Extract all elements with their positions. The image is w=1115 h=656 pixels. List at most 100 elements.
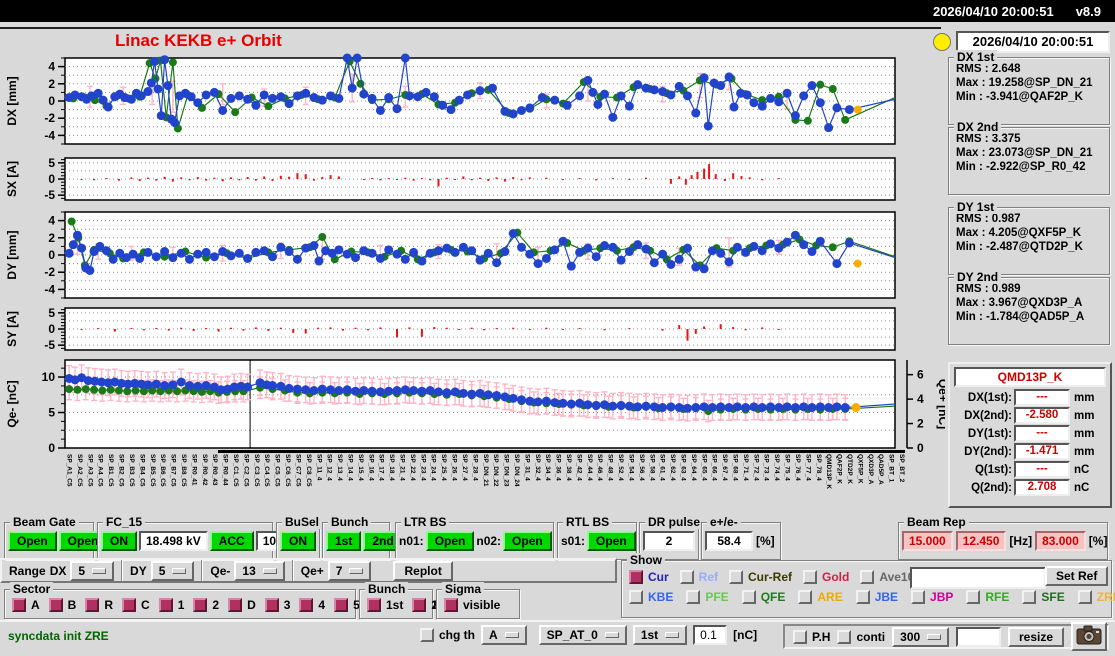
checkbox-rfe[interactable]: RFE [966,590,1009,604]
monitor-row: DX(1st): --- mm [954,389,1106,406]
checkbox-zre[interactable]: ZRE [1077,590,1115,604]
count-entry-field[interactable] [956,626,1001,647]
bunch-1st-button[interactable]: 1st [326,531,362,551]
checkbox-3[interactable]: 3 [264,598,290,612]
fc15-group: FC_15 ON 18.498 kV ACC 100 % [97,515,304,560]
checkbox-b[interactable]: B [48,598,76,612]
sy-chart[interactable]: 5 0 -5 SY [A] [0,302,945,356]
e-ratio-field[interactable]: 58.4 [705,531,753,551]
status-message: syncdata init ZRE [8,629,109,643]
snapshot-button[interactable] [1071,622,1107,651]
checkbox-pfe[interactable]: PFE [686,590,729,604]
checkbox-4[interactable]: 4 [299,598,325,612]
svg-text:2: 2 [917,417,924,431]
checkbox-chg-th[interactable]: chg th [420,628,475,642]
range-dy-label: DY [130,563,147,578]
fc15-acc-button[interactable]: ACC [209,531,254,551]
checkbox-p-h[interactable]: P.H [793,629,830,644]
svg-text:10: 10 [42,370,56,384]
checkbox-c[interactable]: C [122,598,150,612]
bpm-label: SP_C7_C5 [294,454,302,487]
e-ratio-group: e+/e- 58.4 [%] [701,515,781,560]
busel-on-button[interactable]: ON [280,531,316,551]
beam-rep-1-field[interactable]: 15.000 [902,531,953,551]
dy2-max: 3.967@QXD3P_A [988,297,1083,309]
bpm-label: SP_56_4 [637,454,645,481]
checkbox-jbe[interactable]: JBE [855,590,898,604]
checkbox-conti[interactable]: conti [837,629,885,644]
ltr-n01-open-button[interactable]: Open [425,531,475,551]
checkbox-1[interactable]: 1 [158,598,184,612]
checkbox-5[interactable]: 5 [334,598,360,612]
checkbox-cur-ref[interactable]: Cur-Ref [729,570,792,584]
beam-rep-2-field[interactable]: 12.450 [955,531,1007,551]
dropdown-bar-icon [262,567,277,574]
busel-group: BuSel ON [276,515,323,560]
checkbox-sfe[interactable]: SFE [1022,590,1065,604]
dr-pulse-field[interactable]: 2 [643,531,695,551]
ref-name-input[interactable] [910,567,1046,589]
dx-2nd-stats: DX 2nd RMS : 3.375 Max : 23.073@SP_DN_21… [948,120,1110,195]
qe-chart[interactable]: 10 5 0 Qe- [nC] 6 4 2 0 Qe+ [nC] [0,354,950,455]
bpm-label: SP_74_4 [773,454,781,481]
rtl-s01-open-button[interactable]: Open [587,531,636,551]
replot-button[interactable]: Replot [393,560,453,581]
bpm-label: SP_R0_44 [221,454,229,486]
svg-text:4: 4 [48,60,55,74]
dx2-value: -2.580 [1014,407,1070,424]
bpm-label: QMD13P_K [825,454,833,490]
range-qep-dropdown[interactable]: 7 [327,560,372,581]
checkbox-kbe[interactable]: KBE [629,590,673,604]
range-qem-dropdown[interactable]: 13 [234,560,285,581]
bpm-label: SP_61_4 [658,454,666,481]
beam-gate-open-1-button[interactable]: Open [8,531,57,551]
bpm-monitor-panel: QMD13P_K DX(1st): --- mm DX(2nd): -2.580 mm … [948,362,1112,508]
bpm-select-dropdown[interactable]: SP_AT_0 [538,625,627,645]
mode-a-dropdown[interactable]: A [481,625,527,645]
range-dx-dropdown[interactable]: 5 [70,560,115,581]
checkbox-jbp[interactable]: JBP [911,590,953,604]
count-dropdown[interactable]: 300 [892,626,950,647]
titlebar-version: v8.9 [1075,3,1101,19]
beam-rep-3-field[interactable]: 83.000 [1035,531,1086,551]
bpm-label: SP_64_4 [689,454,697,481]
checkbox-a[interactable]: A [12,598,40,612]
resize-button[interactable]: resize [1007,626,1064,647]
set-ref-button[interactable]: Set Ref [1045,566,1109,586]
bpm-label: SP_B5_C5 [148,454,156,487]
fc15-on-button[interactable]: ON [101,531,137,551]
status-bar: syncdata init ZRE chg th A SP_AT_0 1st 0… [0,620,1115,651]
bpm-label: SP_23_4 [419,454,427,481]
bpm-label: SP_67_4 [721,454,729,481]
checkbox-visible[interactable]: visible [444,598,500,612]
checkbox-2[interactable]: 2 [193,598,219,612]
checkbox-d[interactable]: D [228,598,256,612]
dx1-min: -3.941@QAF2P_K [986,91,1083,103]
checkbox-ref[interactable]: Ref [679,570,718,584]
sx-chart[interactable]: 5 0 -5 SX [A] [0,152,945,206]
threshold-field[interactable]: 0.1 [693,625,728,645]
bpm-label: SP_48_4 [606,454,614,481]
monitor-bpm-name[interactable]: QMD13P_K [954,367,1106,387]
bpm-label: SP_38_4 [565,454,572,481]
bunch-show-group: Bunch 1st2nd [359,582,453,619]
bpm-label: SP_21_4 [398,454,406,481]
checkbox-qfe[interactable]: QFE [741,590,785,604]
checkbox-r[interactable]: R [85,598,113,612]
dx-chart[interactable]: 4 2 0 -2 -4 DX [mm] [0,52,945,150]
bpm-label: SP_27_4 [460,454,468,481]
bpm-label: SP_A3_C5 [86,454,94,487]
beam-rep-group: Beam Rep 15.000 12.450 [Hz] 83.000 [%] [898,515,1108,560]
checkbox-cur[interactable]: Cur [629,570,669,584]
fc15-kv-field[interactable]: 18.498 kV [139,531,208,551]
checkbox-gold[interactable]: Gold [803,570,849,584]
checkbox-are[interactable]: ARE [798,590,843,604]
range-dy-dropdown[interactable]: 5 [150,560,195,581]
hz-unit: [Hz] [1009,534,1033,548]
checkbox-ave10[interactable]: Ave10 [860,570,914,584]
bunch-select-dropdown[interactable]: 1st [632,625,688,645]
ltr-n02-open-button[interactable]: Open [503,531,552,551]
bpm-label: SP_71_4 [741,454,749,481]
checkbox-1st[interactable]: 1st [367,598,403,612]
dy-chart[interactable]: 4 2 0 -2 -4 DY [mm] [0,206,945,304]
